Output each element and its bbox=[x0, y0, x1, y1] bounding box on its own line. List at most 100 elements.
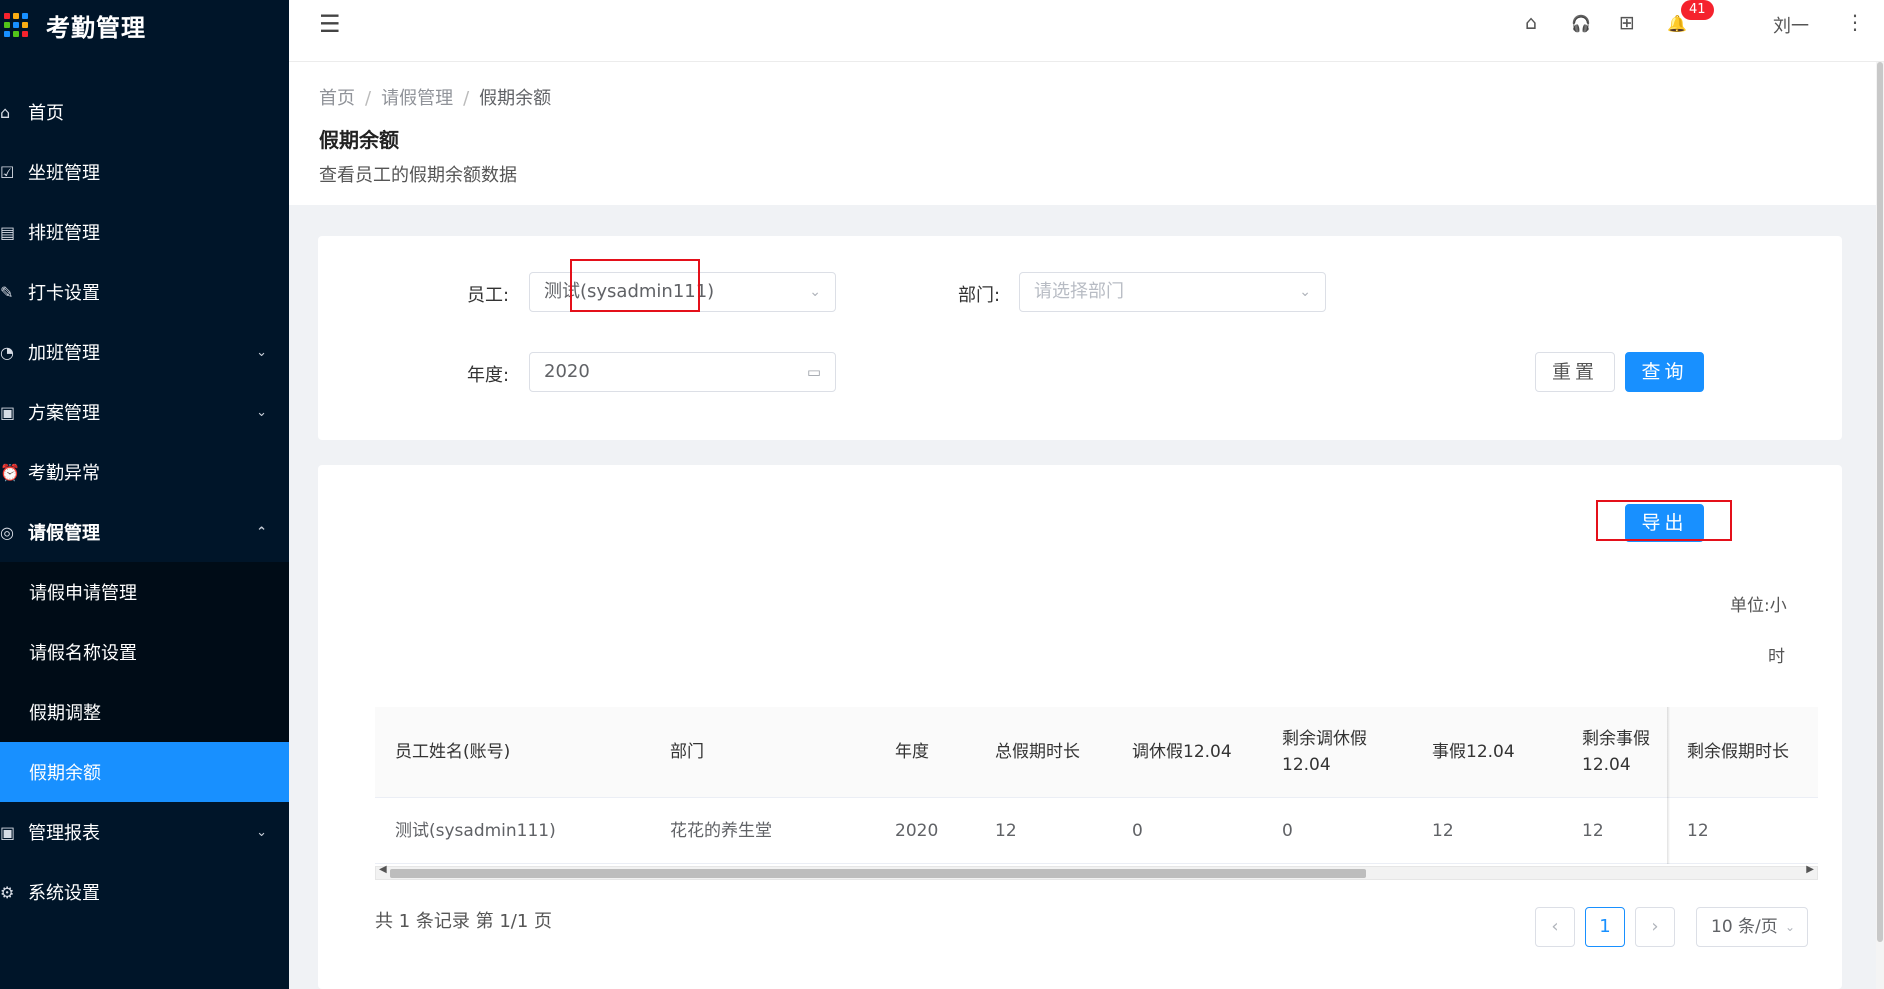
sidebar-item-leave-names[interactable]: 请假名称设置 bbox=[0, 622, 289, 682]
sidebar-item-label: 排班管理 bbox=[28, 223, 100, 244]
sidebar-item-overtime[interactable]: ◔ 加班管理 ⌄ bbox=[0, 322, 289, 382]
chevron-down-icon: ⌄ bbox=[256, 344, 267, 360]
reset-button[interactable]: 重置 bbox=[1535, 352, 1615, 392]
scroll-left-icon[interactable]: ◀ bbox=[379, 864, 387, 875]
horizontal-scrollbar[interactable]: ◀ ▶ bbox=[375, 864, 1818, 880]
fixed-column-shadow bbox=[1667, 707, 1670, 864]
sidebar-item-leave-management[interactable]: ◎ 请假管理 ⌃ bbox=[0, 502, 289, 562]
sidebar-item-leave-balance[interactable]: 假期余额 bbox=[0, 742, 289, 802]
more-options-icon[interactable]: ⋮ bbox=[1845, 10, 1865, 34]
leave-icon: ◎ bbox=[0, 522, 14, 542]
sidebar-item-label: 假期调整 bbox=[29, 703, 101, 724]
table-row[interactable]: 测试(sysadmin111) 花花的养生堂 2020 12 0 0 12 12… bbox=[375, 798, 1818, 864]
sidebar-item-clock-settings[interactable]: ✎ 打卡设置 bbox=[0, 262, 289, 322]
query-button[interactable]: 查询 bbox=[1625, 352, 1704, 392]
page-number-button[interactable]: 1 bbox=[1585, 907, 1625, 947]
document-icon: ▣ bbox=[0, 402, 16, 422]
app-title: 考勤管理 bbox=[46, 13, 146, 42]
logo-grid-icon bbox=[4, 13, 28, 37]
column-header: 调休假12.04 bbox=[1132, 742, 1232, 762]
home-icon: ⌂ bbox=[0, 102, 11, 122]
vertical-scrollbar[interactable] bbox=[1876, 62, 1884, 989]
column-header: 剩余假期时长 bbox=[1687, 742, 1789, 762]
sidebar-item-shift-management[interactable]: ▤ 排班管理 bbox=[0, 202, 289, 262]
employee-select-value: 测试(sysadmin111) bbox=[544, 281, 715, 302]
sidebar-item-leave-requests[interactable]: 请假申请管理 bbox=[0, 562, 289, 622]
page-title: 假期余额 bbox=[319, 128, 399, 152]
table-cell: 0 bbox=[1132, 820, 1143, 841]
sidebar-item-label: 管理报表 bbox=[28, 823, 100, 844]
breadcrumb-separator: / bbox=[463, 88, 470, 109]
chevron-down-icon: ⌄ bbox=[256, 824, 267, 840]
breadcrumb-current: 假期余额 bbox=[479, 88, 552, 109]
page-description: 查看员工的假期余额数据 bbox=[319, 165, 517, 186]
sidebar-item-anomalies[interactable]: ⏰ 考勤异常 bbox=[0, 442, 289, 502]
results-panel: 导出 单位:小 时 员工姓名(账号) 部门 年度 总假期时长 调休假12.04 … bbox=[318, 465, 1842, 989]
sidebar-item-office-attendance[interactable]: ☑ 坐班管理 bbox=[0, 142, 289, 202]
notification-badge: 41 bbox=[1681, 0, 1714, 20]
app-logo[interactable]: 考勤管理 bbox=[0, 0, 289, 50]
calendar-icon: ▤ bbox=[0, 222, 16, 242]
chevron-down-icon: ⌄ bbox=[256, 404, 267, 420]
report-icon: ▣ bbox=[0, 822, 16, 842]
apps-grid-icon[interactable]: ⊞ bbox=[1619, 12, 1635, 34]
column-header: 员工姓名(账号) bbox=[395, 742, 511, 762]
headset-icon[interactable]: 🎧 bbox=[1571, 14, 1591, 33]
chevron-down-icon: ⌄ bbox=[809, 284, 821, 300]
sidebar-item-label: 首页 bbox=[28, 103, 64, 124]
year-label: 年度: bbox=[467, 365, 510, 386]
filter-panel: 员工: 测试(sysadmin111) ⌄ 部门: 请选择部门 ⌄ 年度: 20… bbox=[318, 236, 1842, 440]
sidebar-item-leave-adjustment[interactable]: 假期调整 bbox=[0, 682, 289, 742]
department-label: 部门: bbox=[958, 285, 1001, 306]
scrollbar-thumb[interactable] bbox=[1877, 62, 1883, 942]
table-header: 员工姓名(账号) 部门 年度 总假期时长 调休假12.04 剩余调休假12.04… bbox=[375, 707, 1818, 798]
breadcrumb: 首页 / 请假管理 / 假期余额 bbox=[319, 84, 551, 110]
sidebar-item-label: 打卡设置 bbox=[28, 283, 100, 304]
home-icon[interactable]: ⌂ bbox=[1525, 12, 1537, 34]
column-header: 剩余事假12.04 bbox=[1582, 729, 1650, 775]
user-name[interactable]: 刘一 bbox=[1773, 12, 1809, 38]
chevron-up-icon: ⌃ bbox=[256, 524, 267, 540]
table-cell: 花花的养生堂 bbox=[670, 820, 772, 841]
clock-icon: ◔ bbox=[0, 342, 14, 362]
employee-label: 员工: bbox=[467, 285, 510, 306]
sidebar-item-reports[interactable]: ▣ 管理报表 ⌄ bbox=[0, 802, 289, 862]
sidebar-item-label: 方案管理 bbox=[28, 403, 100, 424]
table-cell: 0 bbox=[1282, 820, 1293, 841]
export-button[interactable]: 导出 bbox=[1625, 504, 1704, 542]
year-picker[interactable]: 2020 ▭ bbox=[529, 352, 836, 392]
sidebar-item-label: 系统设置 bbox=[28, 883, 100, 904]
employee-select[interactable]: 测试(sysadmin111) ⌄ bbox=[529, 272, 836, 312]
table-cell: 2020 bbox=[895, 820, 939, 841]
department-placeholder: 请选择部门 bbox=[1034, 281, 1124, 302]
pagination-total: 共 1 条记录 第 1/1 页 bbox=[375, 911, 553, 932]
sidebar-item-label: 请假名称设置 bbox=[29, 643, 137, 664]
sidebar: 考勤管理 ⌂ 首页 ☑ 坐班管理 ▤ 排班管理 ✎ 打卡设置 ◔ 加班管理 ⌄ … bbox=[0, 0, 289, 989]
prev-page-button[interactable]: ‹ bbox=[1535, 907, 1575, 947]
page-size-select[interactable]: 10 条/页 ⌄ bbox=[1696, 907, 1808, 947]
table-cell: 12 bbox=[1582, 820, 1604, 841]
sidebar-item-system-settings[interactable]: ⚙ 系统设置 bbox=[0, 862, 289, 922]
next-page-button[interactable]: › bbox=[1635, 907, 1675, 947]
sidebar-item-home[interactable]: ⌂ 首页 bbox=[0, 82, 289, 142]
sidebar-item-label: 考勤异常 bbox=[28, 463, 100, 484]
leave-balance-table: 员工姓名(账号) 部门 年度 总假期时长 调休假12.04 剩余调休假12.04… bbox=[375, 707, 1818, 864]
unit-label: 单位:小 bbox=[1730, 596, 1787, 616]
sidebar-item-label: 请假管理 bbox=[28, 523, 100, 544]
scroll-right-icon[interactable]: ▶ bbox=[1806, 864, 1814, 875]
calendar-icon: ▭ bbox=[806, 363, 821, 381]
breadcrumb-home[interactable]: 首页 bbox=[319, 88, 355, 109]
year-picker-value: 2020 bbox=[544, 361, 590, 382]
department-select[interactable]: 请选择部门 ⌄ bbox=[1019, 272, 1326, 312]
table-cell: 12 bbox=[1687, 820, 1709, 841]
collapse-menu-icon[interactable]: ☰ bbox=[319, 10, 341, 38]
sidebar-item-label: 加班管理 bbox=[28, 343, 100, 364]
table-cell: 12 bbox=[995, 820, 1017, 841]
column-header: 剩余调休假12.04 bbox=[1282, 729, 1367, 775]
sidebar-item-plans[interactable]: ▣ 方案管理 ⌄ bbox=[0, 382, 289, 442]
column-header: 事假12.04 bbox=[1432, 742, 1515, 762]
scrollbar-thumb[interactable] bbox=[390, 869, 1366, 878]
edit-icon: ✎ bbox=[0, 282, 14, 302]
column-header: 年度 bbox=[895, 742, 929, 762]
breadcrumb-leave-management[interactable]: 请假管理 bbox=[381, 88, 453, 109]
